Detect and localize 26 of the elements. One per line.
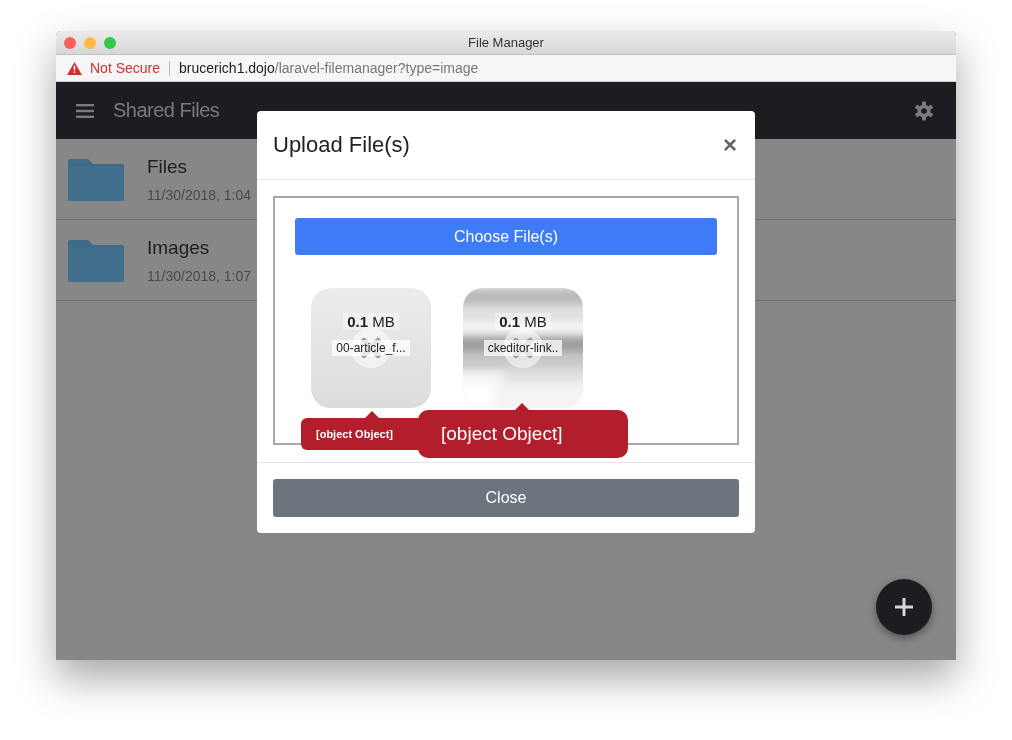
folder-icon [68, 238, 124, 282]
close-window-icon[interactable] [64, 36, 76, 49]
navbar-title: Shared Files [113, 99, 220, 122]
dialog-title: Upload File(s) [273, 132, 410, 158]
folder-name: Images [147, 236, 211, 259]
folder-name: Files [147, 155, 189, 178]
file-size: 0.1 MB [495, 313, 551, 330]
close-dialog-button[interactable]: Close [273, 479, 739, 517]
url-text: brucerich1.dojo/laravel-filemanager?type=image [179, 60, 479, 76]
folder-date: 11/30/2018, 1:04 [147, 186, 252, 203]
add-button[interactable] [876, 579, 932, 635]
menu-icon[interactable] [76, 103, 94, 118]
window-title: File Manager [468, 35, 544, 50]
warning-icon [67, 61, 82, 75]
error-tooltip: [object Object] [418, 410, 628, 458]
folder-icon [68, 157, 124, 201]
choose-files-button[interactable]: Choose File(s) [295, 218, 717, 255]
file-size: 0.1 MB [343, 313, 399, 330]
address-bar[interactable]: Not Secure brucerich1.dojo/laravel-filemanager?type=image [56, 55, 956, 82]
folder-date: 11/30/2018, 1:07 [147, 267, 252, 284]
settings-icon[interactable] [914, 100, 934, 121]
plus-icon [894, 597, 914, 617]
file-name: 00-article_f... [332, 340, 410, 356]
file-name: ckeditor-link.. [483, 340, 563, 356]
security-warning: Not Secure [90, 60, 161, 76]
close-button[interactable]: × [721, 133, 739, 157]
